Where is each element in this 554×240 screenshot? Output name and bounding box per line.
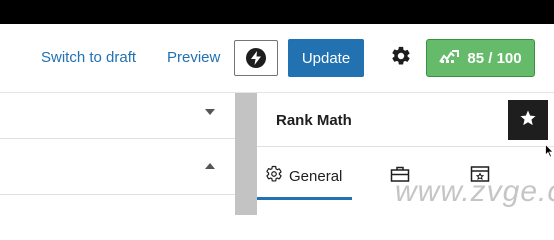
performance-button[interactable] [234, 40, 278, 76]
star-icon [519, 109, 537, 132]
panel-content [0, 195, 235, 215]
sidebar-title: Rank Math [276, 112, 352, 129]
tab-general-label: General [289, 167, 343, 185]
bolt-icon [246, 48, 266, 68]
switch-to-draft-button[interactable]: Switch to draft [41, 49, 136, 67]
admin-bar [0, 0, 554, 24]
active-tab-indicator [257, 197, 352, 200]
preview-button[interactable]: Preview [167, 49, 220, 67]
chevron-down-icon[interactable] [205, 109, 215, 115]
collapsed-panel[interactable] [0, 93, 235, 139]
mouse-cursor-icon [545, 143, 554, 163]
gear-icon [390, 45, 412, 72]
tab-general[interactable]: General [265, 161, 342, 191]
sidebar-separator [257, 146, 554, 147]
seo-score-button[interactable]: 85 / 100 [426, 39, 535, 77]
sidebar-divider [235, 93, 257, 215]
settings-button[interactable] [388, 45, 414, 71]
rank-math-icon [439, 49, 460, 67]
editor-screen: Switch to draft Preview Update 85 / 100 … [0, 0, 554, 215]
star-button[interactable] [508, 100, 548, 140]
watermark: www.zvge.cn [395, 175, 554, 208]
gear-icon [265, 165, 283, 188]
seo-score-label: 85 / 100 [467, 49, 522, 67]
update-button[interactable]: Update [288, 39, 364, 77]
chevron-up-icon[interactable] [205, 163, 215, 169]
expanded-panel[interactable] [0, 139, 235, 195]
